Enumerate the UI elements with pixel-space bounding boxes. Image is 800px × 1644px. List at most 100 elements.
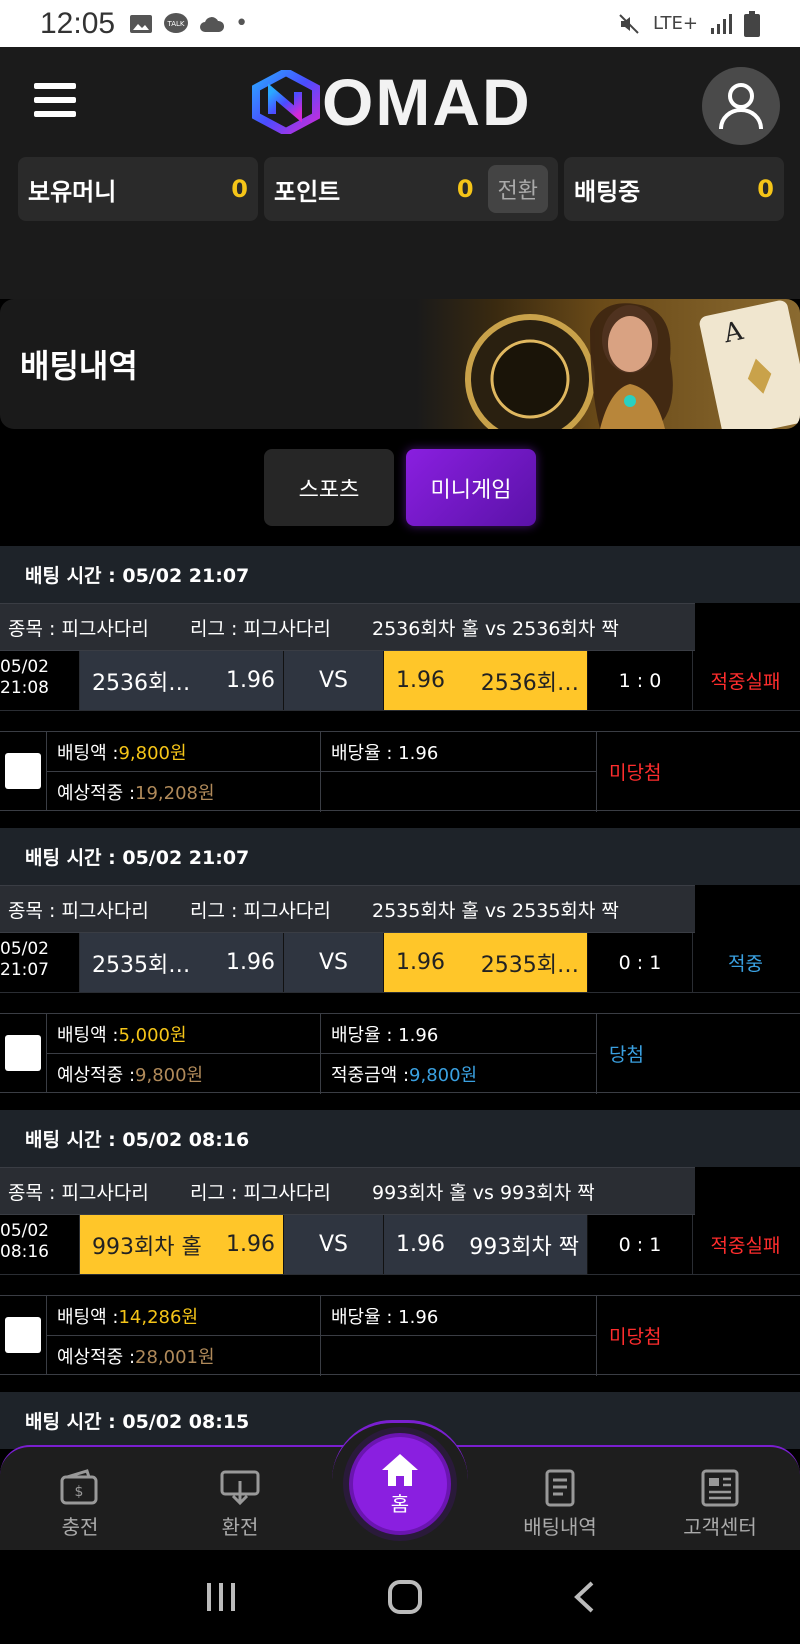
nav-exchange[interactable]: 환전: [180, 1469, 300, 1540]
away-name: 2535회…: [480, 952, 579, 978]
nomad-logo[interactable]: OMAD: [252, 69, 532, 135]
payout-status: 미당첨: [609, 1325, 662, 1348]
away-odd: 1.96: [396, 950, 445, 975]
match-clock: 08:16: [0, 1242, 49, 1262]
withdraw-icon: [220, 1470, 260, 1506]
league-label: 리그 : 피그사다리: [190, 899, 331, 922]
bet-history-list: 배팅 시간 : 05/02 21:07 종목 : 피그사다리 리그 : 피그사다…: [0, 546, 800, 1466]
matchup-label: 2535회차 홀 vs 2535회차 짝: [372, 899, 619, 922]
match-result: 적중실패: [710, 671, 781, 693]
nav-history-label: 배팅내역: [523, 1515, 597, 1539]
bet-detail: 배팅액 : 9,800원 배당율 : 1.96 예상적중 : 19,208원 미…: [0, 731, 800, 812]
odds-cell: 배당율 : 1.96: [321, 1296, 597, 1336]
home-name: 2535회…: [92, 952, 191, 978]
status-time: 12:05: [40, 6, 116, 40]
match-datetime: 05/02 08:16: [0, 1215, 80, 1274]
select-checkbox[interactable]: [0, 1014, 47, 1092]
bet-card: 배팅 시간 : 05/02 08:16 종목 : 피그사다리 리그 : 피그사다…: [0, 1110, 800, 1376]
bet-card: 배팅 시간 : 05/02 21:07 종목 : 피그사다리 리그 : 피그사다…: [0, 546, 800, 812]
home-name: 2536회…: [92, 670, 191, 696]
bet-time: 배팅 시간 : 05/02 08:16: [0, 1110, 800, 1167]
notification-icons: TALK •: [129, 11, 248, 36]
home-odd: 1.96: [226, 950, 275, 975]
win-amount-cell: [321, 1336, 597, 1376]
away-pick[interactable]: 1.96 993회차 짝: [384, 1215, 588, 1274]
back-icon[interactable]: [572, 1580, 596, 1614]
nav-exchange-label: 환전: [221, 1515, 259, 1539]
bet-amount-label: 배팅액 :: [57, 1306, 119, 1328]
expected-label: 예상적중 :: [57, 1347, 136, 1368]
bet-card: 배팅 시간 : 05/02 21:07 종목 : 피그사다리 리그 : 피그사다…: [0, 828, 800, 1094]
match-score: 1 : 0: [588, 651, 693, 710]
nav-history[interactable]: 배팅내역: [500, 1469, 620, 1540]
page-banner: A 배팅내역: [0, 299, 800, 429]
win-amount-cell: [321, 772, 597, 812]
league-label: 리그 : 피그사다리: [190, 617, 331, 640]
home-pick[interactable]: 993회차 홀 1.96: [80, 1215, 284, 1274]
nav-home-label: 홈: [390, 1491, 410, 1516]
nav-charge[interactable]: $ 충전: [20, 1469, 140, 1540]
select-checkbox[interactable]: [0, 732, 47, 810]
home-odd: 1.96: [226, 1232, 275, 1257]
talk-icon: TALK: [164, 12, 189, 33]
win-amount: 9,800원: [409, 1065, 478, 1086]
bet-time: 배팅 시간 : 05/02 21:07: [0, 828, 800, 885]
bet-amount: 5,000원: [118, 1024, 187, 1046]
win-label: 적중금액 :: [331, 1065, 410, 1086]
betting-label: 배팅중: [574, 177, 641, 206]
newspaper-icon: [701, 1469, 739, 1507]
profile-avatar-icon[interactable]: [702, 67, 780, 145]
tab-minigame[interactable]: 미니게임: [406, 449, 536, 526]
match-result: 적중실패: [710, 1235, 781, 1257]
odds-cell: 배당율 : 1.96: [321, 1014, 597, 1054]
away-pick[interactable]: 1.96 2536회…: [384, 651, 588, 710]
match-result: 적중: [728, 953, 763, 975]
home-pick[interactable]: 2535회… 1.96: [80, 933, 284, 992]
payout-status: 미당첨: [609, 761, 662, 784]
home-name: 993회차 홀: [92, 1234, 202, 1260]
bet-info-row: 종목 : 피그사다리 리그 : 피그사다리 2535회차 홀 vs 2535회차…: [0, 885, 800, 933]
league-label: 리그 : 피그사다리: [190, 1181, 331, 1204]
home-icon: [382, 1453, 418, 1486]
vs-label: VS: [284, 651, 384, 710]
match-date: 05/02: [0, 657, 49, 677]
hamburger-menu-icon[interactable]: [34, 83, 76, 117]
money-balance: 보유머니 0: [18, 157, 258, 221]
sport-label: 종목 : 피그사다리: [8, 617, 149, 640]
tab-sports[interactable]: 스포츠: [264, 449, 394, 526]
home-pick[interactable]: 2536회… 1.96: [80, 651, 284, 710]
page-title: 배팅내역: [20, 347, 138, 385]
category-tabs: 스포츠 미니게임: [0, 449, 800, 526]
expected-label: 예상적중 :: [57, 783, 136, 804]
match-date: 05/02: [0, 1221, 49, 1241]
betting-balance: 배팅중 0: [564, 157, 784, 221]
bet-info-row: 종목 : 피그사다리 리그 : 피그사다리 2536회차 홀 vs 2536회차…: [0, 603, 800, 651]
nav-support-label: 고객센터: [683, 1515, 757, 1539]
match-datetime: 05/02 21:07: [0, 933, 80, 992]
logo-n-icon: [252, 70, 320, 134]
home-odd: 1.96: [226, 668, 275, 693]
recent-apps-icon[interactable]: [204, 1581, 238, 1613]
system-icons: LTE+: [617, 10, 760, 37]
nav-home[interactable]: 홈: [349, 1433, 451, 1535]
bet-amount: 14,286원: [118, 1306, 199, 1328]
bet-amount: 9,800원: [118, 742, 187, 764]
payout-status: 당첨: [609, 1043, 644, 1066]
select-checkbox[interactable]: [0, 1296, 47, 1374]
home-system-icon[interactable]: [387, 1579, 423, 1615]
expected-amount: 28,001원: [135, 1347, 215, 1368]
away-pick[interactable]: 1.96 2535회…: [384, 933, 588, 992]
document-icon: [545, 1469, 575, 1507]
cloud-icon: [200, 16, 225, 32]
point-label: 포인트: [274, 177, 341, 206]
match-clock: 21:08: [0, 678, 49, 698]
bet-amount-cell: 배팅액 : 9,800원: [47, 732, 321, 772]
convert-button[interactable]: 전환: [487, 165, 548, 213]
image-icon: [130, 14, 153, 33]
match-datetime: 05/02 21:08: [0, 651, 80, 710]
money-value: 0: [231, 175, 248, 203]
away-name: 993회차 짝: [469, 1234, 579, 1260]
money-label: 보유머니: [28, 177, 117, 206]
nav-support[interactable]: 고객센터: [660, 1469, 780, 1540]
expected-cell: 예상적중 : 19,208원: [47, 772, 321, 812]
